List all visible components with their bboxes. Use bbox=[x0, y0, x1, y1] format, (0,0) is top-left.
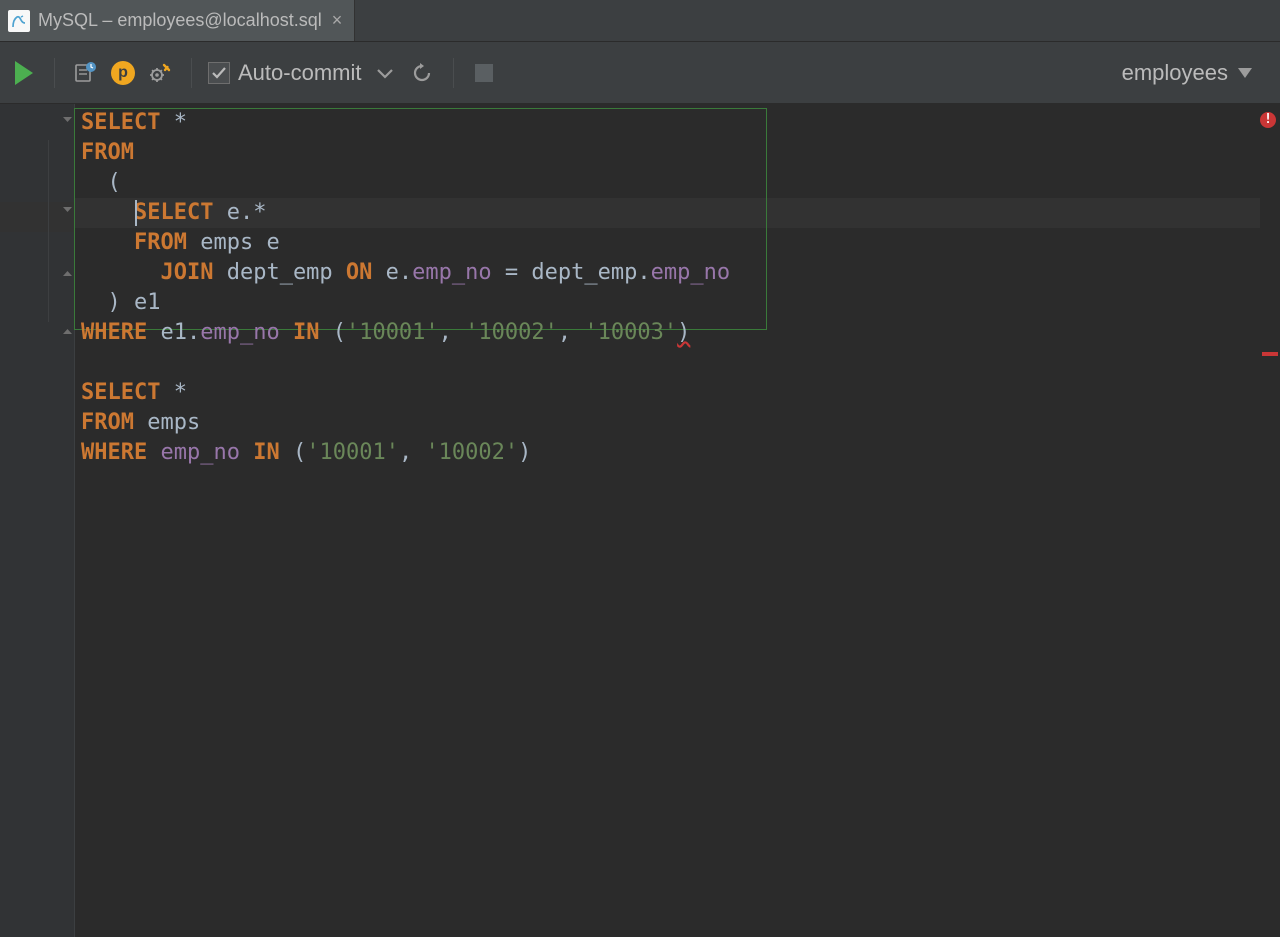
commit-options-dropdown[interactable] bbox=[371, 59, 399, 87]
checkbox-checked-icon bbox=[208, 62, 230, 84]
fold-collapse-icon[interactable] bbox=[62, 204, 73, 215]
editor-gutter[interactable] bbox=[0, 104, 75, 937]
tab-separator bbox=[354, 0, 355, 41]
rollback-button[interactable] bbox=[409, 59, 437, 87]
code-line[interactable]: SELECT e.* bbox=[81, 198, 1280, 228]
parameters-button[interactable]: p bbox=[109, 59, 137, 87]
execution-plan-button[interactable] bbox=[71, 59, 99, 87]
fold-expand-icon[interactable] bbox=[62, 268, 73, 279]
tab-title: MySQL – employees@localhost.sql bbox=[38, 10, 322, 31]
run-button[interactable] bbox=[10, 59, 38, 87]
chevron-down-icon bbox=[1238, 68, 1252, 78]
editor-tab-bar: MySQL – employees@localhost.sql × bbox=[0, 0, 1280, 42]
code-line[interactable]: FROM bbox=[81, 138, 1280, 168]
stop-icon bbox=[475, 64, 493, 82]
schema-name: employees bbox=[1122, 60, 1228, 86]
code-area[interactable]: SELECT * FROM ( SELECT e.* FROM emps e J… bbox=[75, 104, 1280, 937]
editor-tab[interactable]: MySQL – employees@localhost.sql × bbox=[0, 0, 354, 41]
stop-button[interactable] bbox=[470, 59, 498, 87]
toolbar-separator bbox=[453, 58, 454, 88]
fold-guide bbox=[48, 140, 49, 322]
fold-collapse-icon[interactable] bbox=[62, 114, 73, 125]
p-badge-icon: p bbox=[111, 61, 135, 85]
code-line[interactable]: ( bbox=[81, 168, 1280, 198]
code-line[interactable] bbox=[81, 348, 1280, 378]
code-line[interactable]: SELECT * bbox=[81, 378, 1280, 408]
code-line[interactable]: JOIN dept_emp ON e.emp_no = dept_emp.emp… bbox=[81, 258, 1280, 288]
code-line[interactable]: WHERE emp_no IN ('10001', '10002') bbox=[81, 438, 1280, 468]
tab-close-button[interactable]: × bbox=[330, 10, 345, 31]
autocommit-toggle[interactable]: Auto-commit bbox=[208, 60, 361, 86]
text-caret bbox=[135, 200, 137, 226]
fold-expand-icon[interactable] bbox=[62, 326, 73, 337]
settings-button[interactable] bbox=[147, 59, 175, 87]
toolbar-separator bbox=[54, 58, 55, 88]
autocommit-label: Auto-commit bbox=[238, 60, 361, 86]
schema-selector[interactable]: employees bbox=[1122, 60, 1252, 86]
code-line[interactable]: SELECT * bbox=[81, 108, 1280, 138]
toolbar-separator bbox=[191, 58, 192, 88]
sql-editor[interactable]: SELECT * FROM ( SELECT e.* FROM emps e J… bbox=[0, 104, 1280, 937]
code-line[interactable]: WHERE e1.emp_no IN ('10001', '10002', '1… bbox=[81, 318, 1280, 348]
code-line[interactable]: FROM emps bbox=[81, 408, 1280, 438]
play-icon bbox=[15, 61, 33, 85]
code-line[interactable]: ) e1 bbox=[81, 288, 1280, 318]
code-line[interactable]: FROM emps e bbox=[81, 228, 1280, 258]
sql-toolbar: p Auto-commit employees bbox=[0, 42, 1280, 104]
mysql-file-icon bbox=[8, 10, 30, 32]
